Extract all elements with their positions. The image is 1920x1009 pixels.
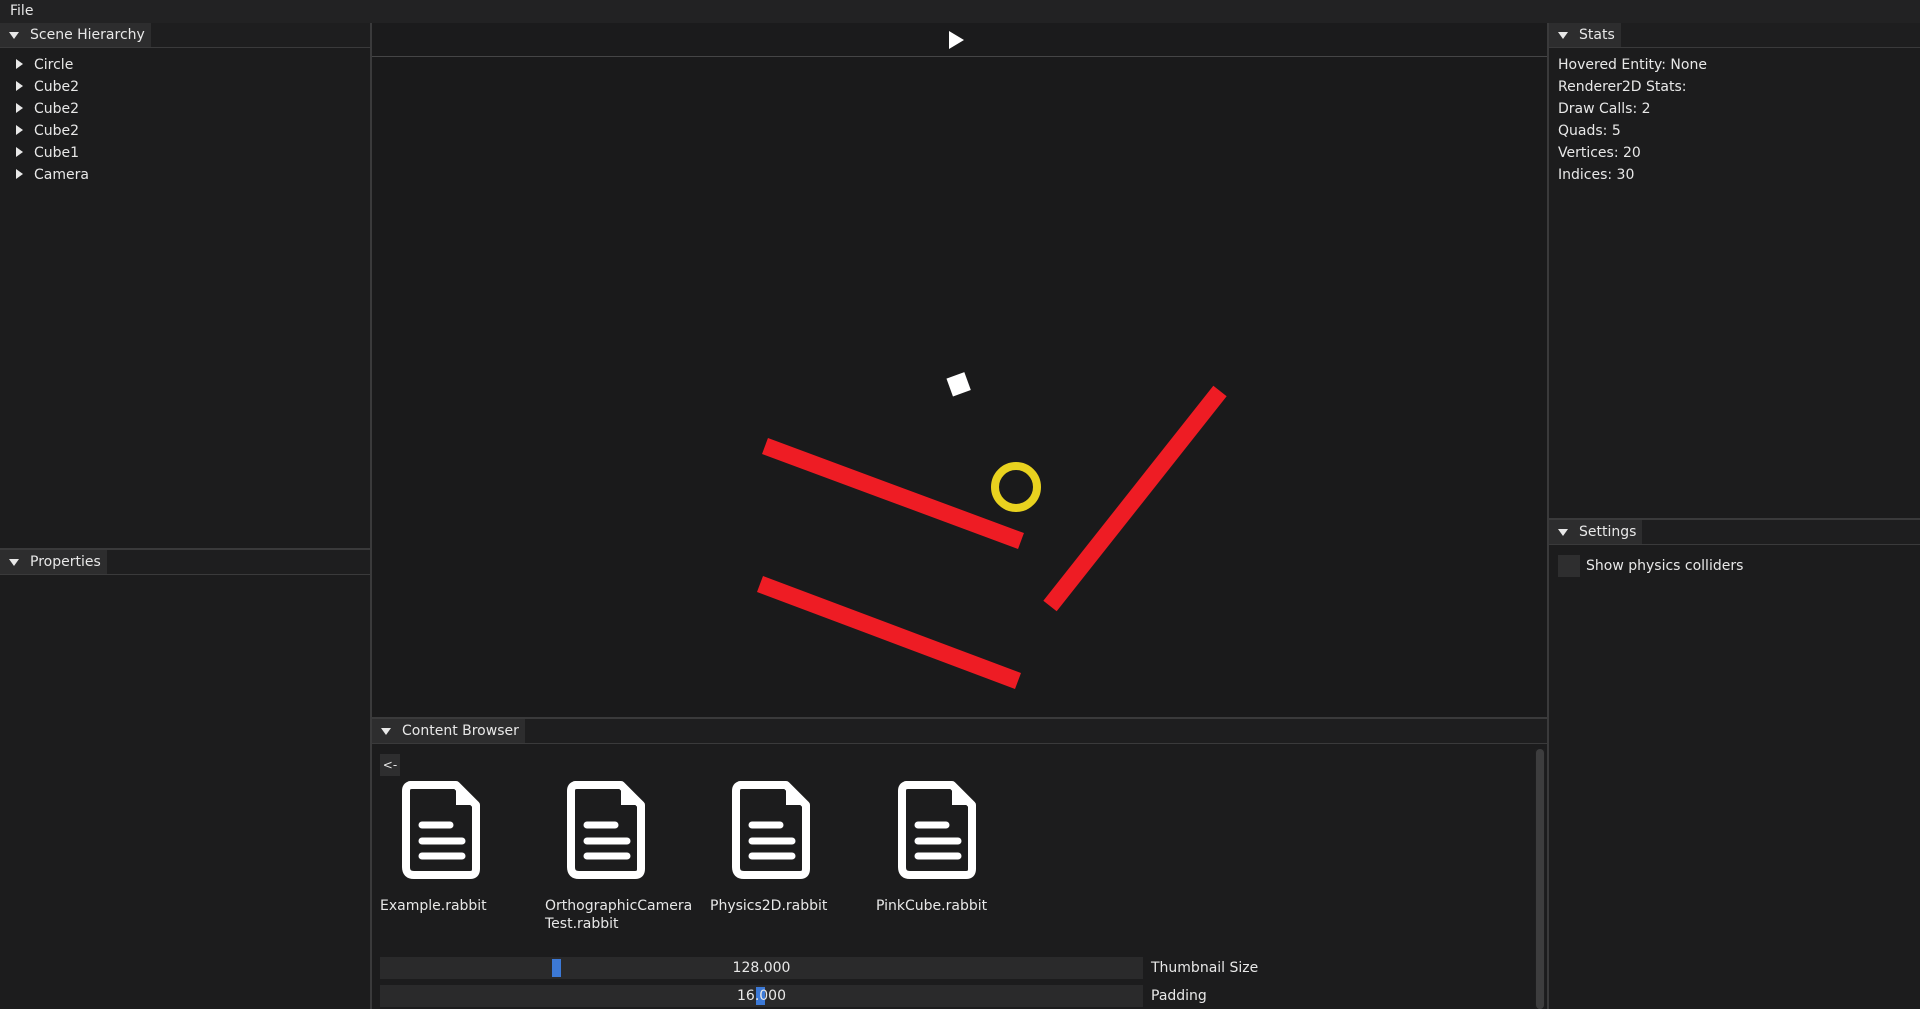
hierarchy-item-label: Camera [34,167,89,183]
tab-stats[interactable]: Stats [1549,23,1621,47]
scene-hierarchy-panel: Scene Hierarchy Circle Cube2 Cube2 Cube2… [0,23,370,549]
stat-quads: Quads: 5 [1558,123,1621,139]
expand-arrow-icon[interactable] [14,121,24,135]
thumbnail-size-label: Thumbnail Size [1151,960,1259,976]
settings-panel: Settings Show physics colliders [1549,520,1920,1009]
cube-entity[interactable] [946,372,971,397]
panel-title: Settings [1579,524,1637,540]
stat-draw-calls: Draw Calls: 2 [1558,101,1651,117]
panel-title: Content Browser [402,723,519,739]
show-colliders-label: Show physics colliders [1586,558,1744,574]
hierarchy-item-label: Cube2 [34,123,80,139]
panel-title: Stats [1579,27,1615,43]
collapse-arrow-icon[interactable] [1557,29,1569,41]
file-name: OrthographicCameraTest.rabbit [545,898,693,932]
stats-header: Stats [1549,23,1920,48]
left-horizontal-splitter[interactable] [0,548,370,550]
expand-arrow-icon[interactable] [14,55,24,69]
properties-panel: Properties [0,550,370,1009]
hierarchy-item[interactable]: Cube2 [14,99,79,119]
stat-vertices: Vertices: 20 [1558,145,1641,161]
scene-canvas[interactable] [372,57,1547,717]
scrollbar-thumb[interactable] [1536,749,1544,1009]
hierarchy-item-label: Cube2 [34,101,80,117]
hierarchy-item-label: Cube1 [34,145,80,161]
file-icon[interactable] [730,779,814,879]
play-button[interactable] [946,30,966,50]
collapse-arrow-icon[interactable] [8,556,20,568]
expand-arrow-icon[interactable] [14,143,24,157]
file-name: Example.rabbit [380,898,487,914]
hierarchy-item[interactable]: Cube2 [14,77,79,97]
menu-file[interactable]: File [10,3,33,19]
play-icon [949,31,964,49]
toolbar [372,23,1547,57]
collapse-arrow-icon[interactable] [8,29,20,41]
hierarchy-item-label: Cube2 [34,79,80,95]
panel-title: Scene Hierarchy [30,27,145,43]
circle-entity[interactable] [991,462,1041,512]
content-browser-panel: Content Browser <- Example.rabbit Orthog… [372,719,1547,1009]
tab-settings[interactable]: Settings [1549,520,1643,544]
expand-arrow-icon[interactable] [14,77,24,91]
collapse-arrow-icon[interactable] [1557,526,1569,538]
stat-renderer-heading: Renderer2D Stats: [1558,79,1687,95]
hierarchy-item[interactable]: Cube2 [14,121,79,141]
thumbnail-size-slider[interactable]: 128.000 [380,957,1143,979]
platform-left-lower[interactable] [757,576,1021,689]
panel-title: Properties [30,554,101,570]
expand-arrow-icon[interactable] [14,165,24,179]
tab-properties[interactable]: Properties [0,550,107,574]
file-icon[interactable] [896,779,980,879]
slider-value: 128.000 [732,960,791,976]
file-icon[interactable] [565,779,649,879]
scene-hierarchy-header: Scene Hierarchy [0,23,370,48]
hierarchy-item[interactable]: Cube1 [14,143,79,163]
file-name: Physics2D.rabbit [710,898,828,914]
platform-right[interactable] [1043,385,1227,612]
show-colliders-checkbox[interactable] [1558,555,1580,577]
menu-bar: File [0,0,1920,23]
scene-viewport[interactable] [372,57,1547,717]
hierarchy-item-label: Circle [34,57,74,73]
stat-indices: Indices: 30 [1558,167,1635,183]
back-button[interactable]: <- [380,754,400,776]
tab-scene-hierarchy[interactable]: Scene Hierarchy [0,23,151,47]
content-browser-header: Content Browser [372,719,1547,744]
file-name: PinkCube.rabbit [876,898,988,914]
expand-arrow-icon[interactable] [14,99,24,113]
stats-panel: Stats Hovered Entity: None Renderer2D St… [1549,23,1920,518]
tab-content-browser[interactable]: Content Browser [372,719,525,743]
properties-header: Properties [0,550,370,575]
hierarchy-item[interactable]: Camera [14,165,89,185]
slider-value: 16.000 [737,988,786,1004]
stat-hovered-entity: Hovered Entity: None [1558,57,1707,73]
collapse-arrow-icon[interactable] [380,725,392,737]
padding-label: Padding [1151,988,1207,1004]
platform-left-upper[interactable] [762,438,1024,549]
settings-header: Settings [1549,520,1920,545]
content-browser-scrollbar[interactable] [1535,749,1545,1009]
file-icon[interactable] [400,779,484,879]
hierarchy-item[interactable]: Circle [14,55,73,75]
padding-slider[interactable]: 16.000 [380,985,1143,1007]
